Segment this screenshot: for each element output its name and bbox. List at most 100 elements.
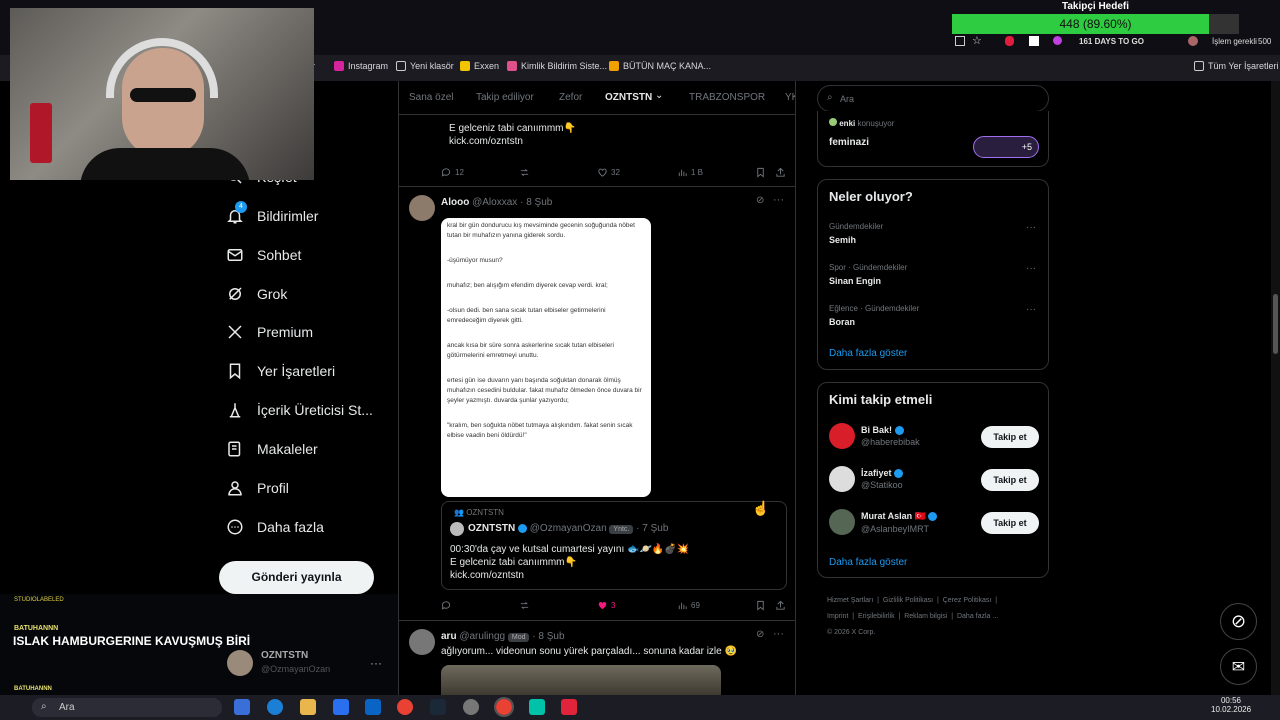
tab-following[interactable]: Takip ediliyor bbox=[476, 92, 534, 103]
follow-button[interactable]: Takip et bbox=[981, 512, 1039, 534]
nav-item-7[interactable]: Makaleler bbox=[226, 440, 318, 458]
settings-icon[interactable] bbox=[463, 699, 479, 715]
follow-button[interactable]: Takip et bbox=[981, 469, 1039, 491]
show-more-link[interactable]: Daha fazla göster bbox=[829, 348, 907, 359]
extension-purple-icon[interactable] bbox=[1053, 36, 1062, 45]
nav-item-5[interactable]: Yer İşaretleri bbox=[226, 362, 335, 380]
show-more-link[interactable]: Daha fazla göster bbox=[829, 557, 907, 568]
tweet-author-name[interactable]: aru bbox=[441, 631, 457, 642]
file-explorer-icon[interactable] bbox=[300, 699, 316, 715]
chrome-active-icon[interactable] bbox=[494, 697, 514, 717]
store-icon[interactable] bbox=[333, 699, 349, 715]
nav-item-4[interactable]: Premium bbox=[226, 323, 313, 341]
tweet-author-name[interactable]: Alooo bbox=[441, 197, 469, 208]
tweet-video[interactable] bbox=[441, 665, 721, 695]
obs-icon[interactable] bbox=[561, 699, 577, 715]
search-input[interactable]: ⌕ Ara bbox=[817, 85, 1049, 112]
tweet-date[interactable]: 8 Şub bbox=[538, 631, 564, 642]
tab-yk[interactable]: YK bbox=[785, 92, 795, 103]
action-required-text[interactable]: İşlem gerekli bbox=[1212, 37, 1257, 46]
bookmark-instagram[interactable]: Instagram bbox=[334, 61, 388, 71]
quoted-tweet[interactable]: 👥 OZNTSTN OZNTSTN @OzmayanOzan Yntc. · 7… bbox=[441, 501, 787, 590]
footer-link[interactable]: Imprint bbox=[827, 613, 848, 620]
grok-float-button[interactable]: ⊘ bbox=[1220, 603, 1257, 640]
trend-item[interactable]: Eğlence · Gündemdekiler Boran bbox=[829, 304, 919, 327]
tweet-author-handle[interactable]: @Aloxxax bbox=[472, 197, 517, 208]
all-bookmarks[interactable]: Tüm Yer İşaretleri bbox=[1194, 61, 1279, 71]
trend-item[interactable]: Spor · Gündemdekiler Sinan Engin bbox=[829, 263, 907, 286]
tab-trabzonspor[interactable]: TRABZONSPOR bbox=[689, 92, 765, 103]
follow-suggestion[interactable]: Bi Bak! @haberebibak bbox=[829, 423, 920, 449]
views-button[interactable]: 69 bbox=[677, 600, 700, 611]
chrome-icon[interactable] bbox=[397, 699, 413, 715]
bookmark-exxen[interactable]: Exxen bbox=[460, 61, 499, 71]
taskbar-search[interactable]: ⌕ Ara bbox=[32, 698, 222, 717]
share-button[interactable] bbox=[775, 167, 786, 178]
tweet-author-handle[interactable]: @arulingg bbox=[459, 631, 505, 642]
bookmark-button[interactable] bbox=[755, 600, 766, 611]
more-dots-icon[interactable]: ··· bbox=[1026, 263, 1036, 274]
tab-for-you[interactable]: Sana özel bbox=[409, 92, 453, 103]
nav-item-2[interactable]: Sohbet bbox=[226, 246, 301, 264]
reply-button[interactable] bbox=[441, 600, 452, 611]
space-listeners[interactable]: +5 bbox=[973, 136, 1039, 158]
tweet-image[interactable]: kral bir gün dondurucu kış mevsiminde ge… bbox=[441, 218, 651, 497]
footer-link[interactable]: Gizlilik Politikası bbox=[883, 597, 933, 604]
like-button[interactable]: 3 bbox=[597, 600, 615, 611]
extension-white-icon[interactable] bbox=[1029, 36, 1039, 46]
footer-link[interactable]: Erişilebilirlik bbox=[858, 613, 895, 620]
views-button[interactable]: 1 B bbox=[677, 167, 703, 178]
live-space-card[interactable]: enki konuşuyor feminazi +5 bbox=[817, 111, 1049, 167]
nav-item-8[interactable]: Profil bbox=[226, 479, 289, 497]
avatar[interactable] bbox=[409, 629, 435, 655]
steam-icon[interactable] bbox=[430, 699, 446, 715]
streamer-avatar[interactable] bbox=[227, 650, 253, 676]
profile-avatar[interactable] bbox=[1188, 36, 1198, 46]
follow-suggestion[interactable]: Murat Aslan 🇹🇷 @AslanbeyIMRT bbox=[829, 509, 938, 535]
outlook-icon[interactable] bbox=[365, 699, 381, 715]
grok-icon[interactable]: ⊘ bbox=[756, 195, 764, 206]
more-dots-icon[interactable]: ··· bbox=[773, 194, 784, 206]
tab-ozntstn[interactable]: OZNTSTN bbox=[605, 92, 652, 103]
like-button[interactable]: 32 bbox=[597, 167, 620, 178]
nav-item-3[interactable]: Grok bbox=[226, 285, 287, 303]
more-dots-icon[interactable]: ··· bbox=[370, 656, 382, 670]
tweet-link[interactable]: kick.com/ozntstn bbox=[449, 135, 523, 148]
retweet-button[interactable] bbox=[519, 167, 530, 178]
app-icon[interactable] bbox=[529, 699, 545, 715]
bookmark-folder[interactable]: Yeni klasör bbox=[396, 61, 454, 71]
follow-suggestion[interactable]: İzafiyet @Statikoo bbox=[829, 466, 904, 492]
more-dots-icon[interactable]: ··· bbox=[773, 628, 784, 640]
messages-float-button[interactable]: ✉ bbox=[1220, 648, 1257, 685]
nav-item-9[interactable]: Daha fazla bbox=[226, 518, 324, 536]
reply-button[interactable]: 12 bbox=[441, 167, 464, 178]
tweet-date[interactable]: 8 Şub bbox=[526, 197, 552, 208]
copilot-icon[interactable] bbox=[234, 699, 250, 715]
more-dots-icon[interactable]: ··· bbox=[1026, 222, 1036, 233]
grok-icon[interactable]: ⊘ bbox=[756, 629, 764, 640]
extension-icon[interactable] bbox=[955, 36, 965, 46]
edge-icon[interactable] bbox=[267, 699, 283, 715]
retweet-button[interactable] bbox=[519, 600, 530, 611]
scrollbar-thumb[interactable] bbox=[1273, 294, 1278, 354]
footer-link[interactable]: Daha fazla ... bbox=[957, 613, 998, 620]
trend-item[interactable]: Gündemdekiler Semih bbox=[829, 222, 883, 245]
share-button[interactable] bbox=[775, 600, 786, 611]
post-button[interactable]: Gönderi yayınla bbox=[219, 561, 374, 594]
nav-item-1[interactable]: Bildirimler 4 bbox=[226, 201, 318, 225]
clock[interactable]: 00:56 10.02.2026 bbox=[1211, 696, 1251, 714]
bookmark-kimlik[interactable]: Kimlik Bildirim Siste... bbox=[507, 61, 607, 71]
tab-zefor[interactable]: Zefor bbox=[559, 92, 582, 103]
bookmark-button[interactable] bbox=[755, 167, 766, 178]
footer-link[interactable]: Hizmet Şartları bbox=[827, 597, 873, 604]
bookmark-mac[interactable]: BÜTÜN MAÇ KANA... bbox=[609, 61, 711, 71]
extension-red-icon[interactable] bbox=[1005, 36, 1014, 46]
avatar[interactable] bbox=[409, 195, 435, 221]
follow-button[interactable]: Takip et bbox=[981, 426, 1039, 448]
footer-link[interactable]: Reklam bilgisi bbox=[904, 613, 947, 620]
star-icon[interactable]: ☆ bbox=[972, 34, 982, 47]
footer-link[interactable]: Çerez Politikası bbox=[943, 597, 992, 604]
scrollbar[interactable] bbox=[1271, 81, 1280, 695]
nav-item-6[interactable]: İçerik Üreticisi St... bbox=[226, 401, 373, 419]
chevron-down-icon[interactable]: ⌄ bbox=[655, 90, 663, 101]
